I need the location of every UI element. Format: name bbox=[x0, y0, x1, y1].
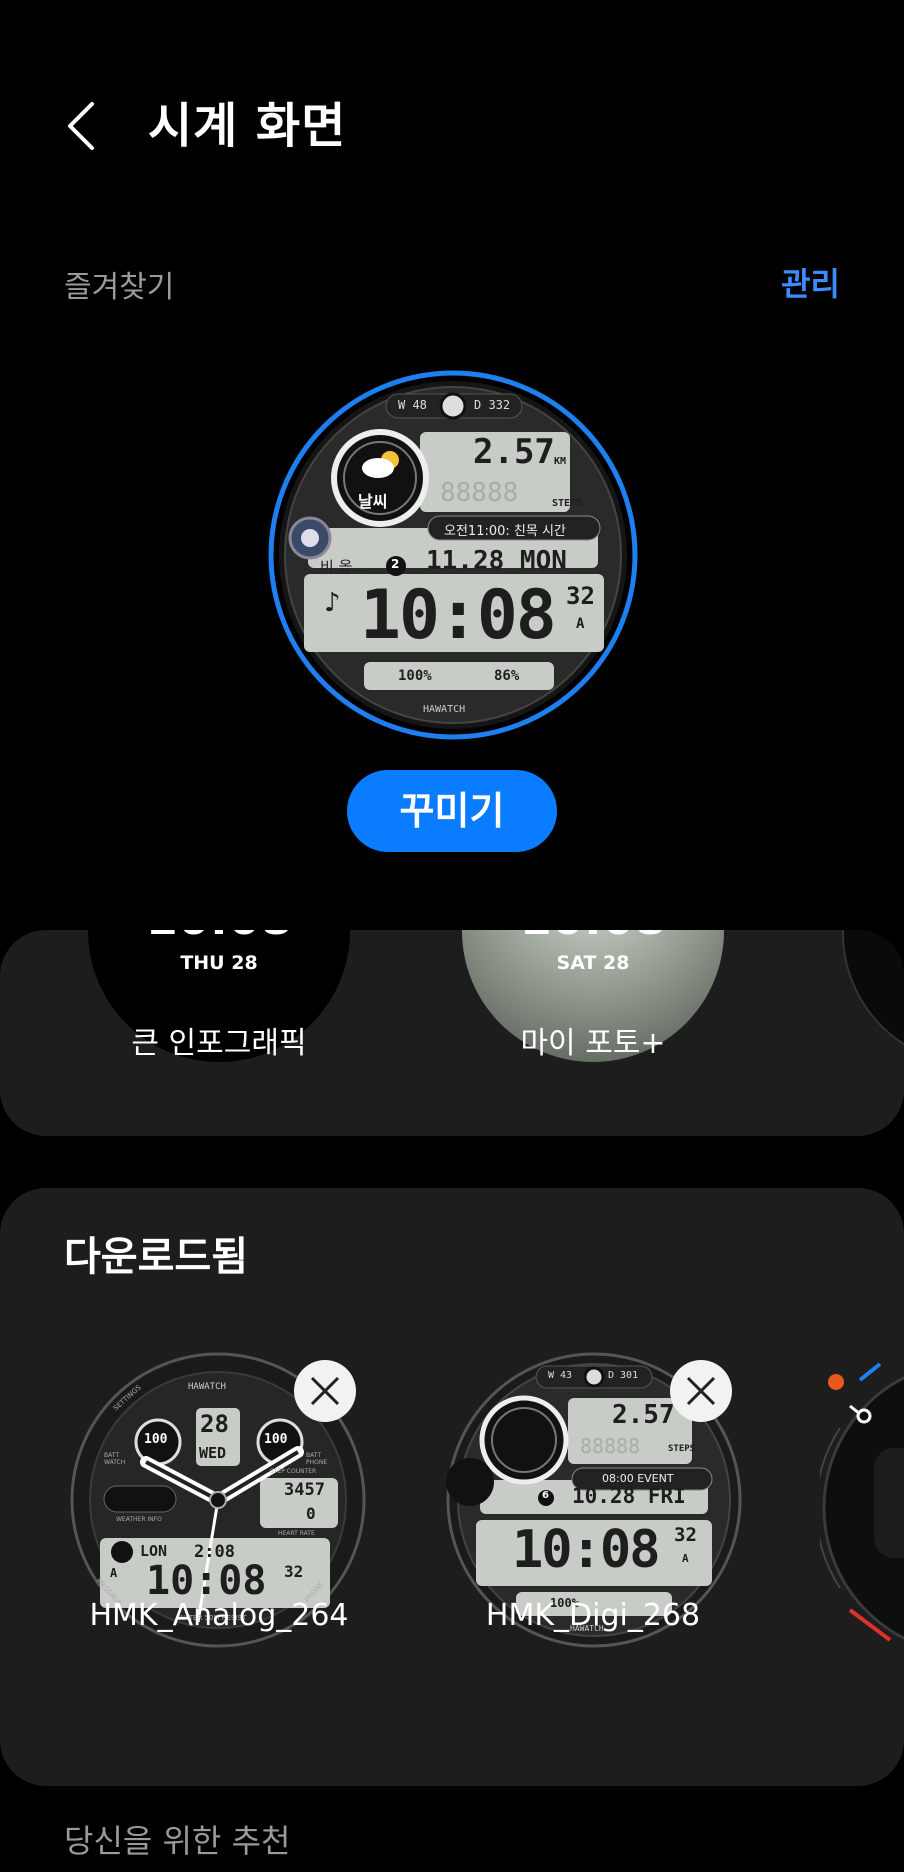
count-badge: 2 bbox=[391, 557, 400, 571]
watch-battery: 100 bbox=[144, 1432, 168, 1447]
distance-unit: KM bbox=[554, 456, 567, 467]
status-dot bbox=[828, 1374, 844, 1390]
weather-info-label: WEATHER INFO bbox=[116, 1516, 162, 1523]
watch-face-thumbnail[interactable] bbox=[842, 930, 904, 1066]
chevron-left-icon bbox=[68, 102, 94, 150]
remove-button[interactable] bbox=[670, 1360, 732, 1422]
seconds-display: 32 bbox=[284, 1562, 304, 1581]
close-icon bbox=[310, 1376, 340, 1406]
steps-label: STEPS bbox=[668, 1444, 696, 1454]
ampm-display: A bbox=[682, 1552, 689, 1565]
favorites-label: 즐겨찾기 bbox=[64, 270, 175, 305]
steps-value: 3457 bbox=[284, 1480, 325, 1500]
music-note-icon: ♪ bbox=[324, 588, 341, 618]
recommendations-label: 당신을 위한 추천 bbox=[64, 1822, 291, 1860]
back-button[interactable] bbox=[62, 98, 102, 154]
seconds-display: 32 bbox=[566, 582, 595, 610]
week-label: W 48 bbox=[398, 398, 427, 412]
batt-phone-label: BATT PHONE bbox=[306, 1452, 328, 1466]
thumbnail-date: THU 28 bbox=[180, 952, 258, 974]
featured-watch-face[interactable]: W 48 D 332 날씨 2.57 KM 88888 STEPS 오전11:0… bbox=[268, 370, 638, 740]
time-display: 10:08 bbox=[360, 576, 557, 655]
customize-button[interactable]: 꾸미기 bbox=[347, 770, 557, 852]
remove-button[interactable] bbox=[294, 1360, 356, 1422]
phone-battery: 100 bbox=[264, 1432, 288, 1447]
watch-battery: 100% bbox=[398, 668, 432, 684]
downloads-title: 다운로드됨 bbox=[64, 1234, 248, 1280]
batt-watch-label: BATT WATCH bbox=[104, 1452, 126, 1466]
watch-face-label: HMK_Digi_268 bbox=[485, 1598, 701, 1633]
heart-rate-value: 0 bbox=[306, 1504, 316, 1523]
step-counter-label: STEP COUNTER bbox=[270, 1468, 317, 1475]
date-display: 10.28 FRI bbox=[572, 1484, 686, 1508]
day-display: 28 bbox=[200, 1410, 229, 1438]
phone-battery: 86% bbox=[494, 668, 520, 684]
thumbnail-time: 10:08 bbox=[88, 930, 350, 941]
day-of-year-label: D 301 bbox=[608, 1370, 639, 1381]
watch-face-thumbnail[interactable] bbox=[815, 1358, 904, 1658]
distance-value: 2.57 bbox=[473, 432, 555, 472]
ampm-display: A bbox=[110, 1566, 118, 1580]
favorites-carousel: 10:08 THU 28 10:08 SAT 28 큰 인포그래픽 마이 포토+ bbox=[0, 930, 904, 1136]
time-display: 10:08 bbox=[512, 1520, 661, 1580]
steps-label: STEPS bbox=[552, 498, 583, 509]
watch-face-label: HMK_Analog_264 bbox=[89, 1598, 349, 1633]
count-badge: 6 bbox=[542, 1490, 549, 1501]
ampm-display: A bbox=[576, 616, 585, 632]
distance-value: 2.57 bbox=[612, 1400, 675, 1430]
close-icon bbox=[686, 1376, 716, 1406]
thumbnail-date: SAT 28 bbox=[556, 952, 630, 974]
heart-rate-label: HEART RATE bbox=[278, 1530, 315, 1537]
seconds-display: 32 bbox=[674, 1524, 697, 1546]
downloads-section: 다운로드됨 HAWATCH 100 100 28 WED 3457 0 LON bbox=[0, 1188, 904, 1786]
steps-display: 88888 bbox=[440, 478, 519, 508]
watch-face-label: 마이 포토+ bbox=[520, 1026, 666, 1061]
weekday-display: WED bbox=[199, 1444, 227, 1462]
week-label: W 43 bbox=[548, 1370, 573, 1381]
watch-face-label: 큰 인포그래픽 bbox=[131, 1026, 307, 1061]
weather-label: 날씨 bbox=[358, 492, 388, 511]
manage-button[interactable]: 관리 bbox=[781, 262, 840, 306]
page-title: 시계 화면 bbox=[148, 98, 347, 154]
steps-display: 88888 bbox=[580, 1434, 641, 1458]
event-label: 오전11:00: 친목 시간 bbox=[444, 524, 566, 539]
brand-logo: HAWATCH bbox=[188, 1382, 226, 1392]
rain-label: 비 올... bbox=[320, 558, 367, 576]
brand-logo: HAWATCH bbox=[423, 704, 466, 715]
date-display: 11.28 MON bbox=[426, 546, 567, 576]
day-of-year-label: D 332 bbox=[474, 398, 511, 412]
thumbnail-time: 10:08 bbox=[462, 930, 724, 941]
